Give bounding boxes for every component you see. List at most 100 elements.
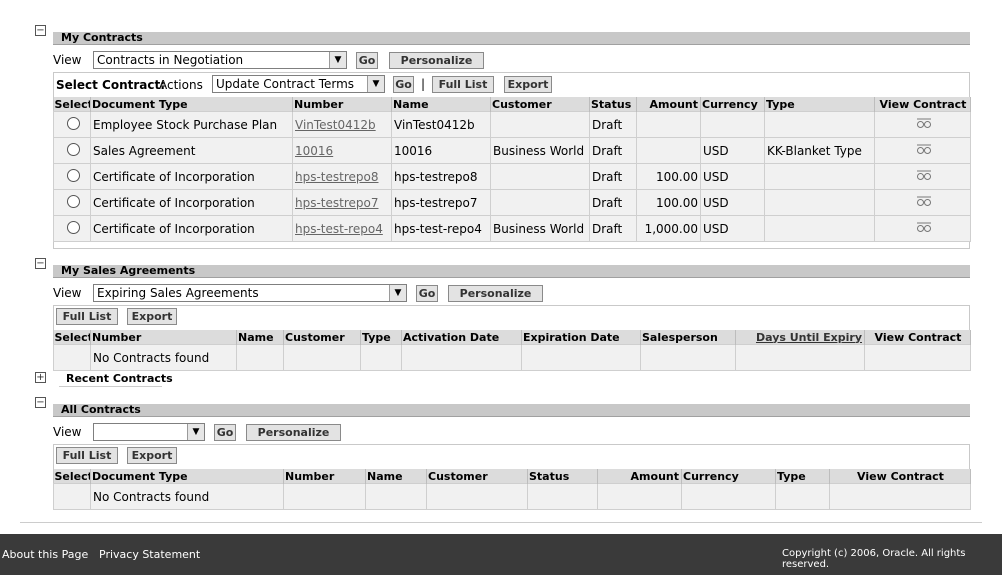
empty-cell (521, 344, 641, 371)
table-row: No Contracts found (53, 344, 971, 371)
select-radio[interactable] (66, 142, 80, 156)
my-contracts-header: My Contracts (53, 32, 970, 45)
currency-cell: USD (700, 215, 765, 242)
contract-number-link[interactable]: VinTest0412b (295, 118, 376, 132)
all-contracts-title: All Contracts (61, 403, 141, 416)
ac-view-select[interactable]: ▼ (93, 423, 205, 441)
col-amount: Amount (597, 469, 682, 484)
status-cell: Draft (589, 163, 637, 190)
amount-cell (636, 137, 701, 164)
currency-cell: USD (700, 189, 765, 216)
table-row: Sales Agreement 10016 10016 Business Wor… (53, 137, 971, 164)
ac-export-button[interactable]: Export (127, 447, 177, 464)
view-select[interactable]: Contracts in Negotiation ▼ (93, 51, 347, 69)
col-number: Number (90, 330, 237, 345)
view-contract-cell (874, 111, 971, 138)
all-contracts-table: Select Document Type Number Name Custome… (53, 469, 971, 510)
currency-cell: USD (700, 163, 765, 190)
row-select-cell (53, 215, 91, 242)
my-contracts-table: Select Document Type Number Name Custome… (53, 97, 971, 242)
go-button[interactable]: Go (356, 52, 378, 69)
col-select: Select (53, 330, 91, 345)
personalize-button[interactable]: Personalize (389, 52, 484, 69)
sa-personalize-button[interactable]: Personalize (448, 285, 543, 302)
col-customer: Customer (283, 330, 361, 345)
col-number: Number (292, 97, 392, 112)
actions-label: Actions (159, 78, 203, 92)
name-cell: hps-testrepo8 (391, 163, 491, 190)
view-contract-cell (874, 163, 971, 190)
select-radio[interactable] (66, 220, 80, 234)
empty-cell (53, 483, 91, 510)
privacy-statement-link[interactable]: Privacy Statement (99, 548, 200, 561)
select-radio[interactable] (66, 194, 80, 208)
col-currency: Currency (700, 97, 765, 112)
collapse-my-contracts-icon[interactable]: − (35, 25, 46, 36)
col-document-type: Document Type (90, 469, 284, 484)
about-this-page-link[interactable]: About this Page (2, 548, 88, 561)
col-select: Select (53, 97, 91, 112)
col-view-contract: View Contract (829, 469, 971, 484)
number-cell: hps-testrepo8 (292, 163, 392, 190)
export-button[interactable]: Export (504, 76, 552, 93)
contract-number-link[interactable]: hps-testrepo7 (295, 196, 379, 210)
sa-go-button[interactable]: Go (416, 285, 438, 302)
empty-cell (236, 344, 284, 371)
col-days-until-expiry[interactable]: Days Until Expiry (735, 330, 865, 345)
sa-export-button[interactable]: Export (127, 308, 177, 325)
sa-full-list-button[interactable]: Full List (56, 308, 118, 325)
collapse-sales-agreements-icon[interactable]: − (35, 258, 46, 269)
col-expiration-date: Expiration Date (521, 330, 641, 345)
col-select: Select (53, 469, 91, 484)
view-contract-cell (874, 189, 971, 216)
col-name: Name (365, 469, 427, 484)
collapse-all-contracts-icon[interactable]: − (35, 397, 46, 408)
name-cell: hps-test-repo4 (391, 215, 491, 242)
empty-cell (864, 344, 971, 371)
empty-message: No Contracts found (90, 483, 284, 510)
number-cell: hps-testrepo7 (292, 189, 392, 216)
glasses-icon[interactable] (916, 143, 932, 158)
contract-number-link[interactable]: hps-testrepo8 (295, 170, 379, 184)
ac-go-button[interactable]: Go (214, 424, 236, 441)
col-name: Name (391, 97, 491, 112)
days-until-expiry-sort-link[interactable]: Days Until Expiry (756, 331, 862, 344)
contract-number-link[interactable]: hps-test-repo4 (295, 222, 383, 236)
status-cell: Draft (589, 189, 637, 216)
status-cell: Draft (589, 215, 637, 242)
full-list-button[interactable]: Full List (432, 76, 494, 93)
contract-number-link[interactable]: 10016 (295, 144, 333, 158)
actions-select-value: Update Contract Terms (216, 77, 355, 91)
type-cell: KK-Blanket Type (764, 137, 875, 164)
col-type: Type (764, 97, 875, 112)
doc-type-cell: Sales Agreement (90, 137, 293, 164)
actions-go-button[interactable]: Go (393, 76, 414, 93)
glasses-icon[interactable] (916, 169, 932, 184)
col-view-contract: View Contract (864, 330, 971, 345)
expand-recent-contracts-icon[interactable]: + (35, 372, 46, 383)
view-label: View (53, 53, 82, 67)
col-status: Status (527, 469, 598, 484)
col-type: Type (775, 469, 830, 484)
glasses-icon[interactable] (916, 117, 932, 132)
actions-select[interactable]: Update Contract Terms ▼ (212, 75, 385, 93)
chevron-down-icon: ▼ (187, 424, 204, 440)
select-radio[interactable] (66, 168, 80, 182)
table-header-row: Select Document Type Number Name Custome… (53, 469, 971, 484)
ac-personalize-button[interactable]: Personalize (246, 424, 341, 441)
empty-cell (527, 483, 598, 510)
select-radio[interactable] (66, 116, 80, 130)
recent-contracts-title[interactable]: Recent Contracts (66, 372, 173, 385)
amount-cell (636, 111, 701, 138)
sales-agreements-header: My Sales Agreements (53, 265, 970, 278)
ac-full-list-button[interactable]: Full List (56, 447, 118, 464)
sa-view-select[interactable]: Expiring Sales Agreements ▼ (93, 284, 407, 302)
empty-cell (365, 483, 427, 510)
glasses-icon[interactable] (916, 221, 932, 236)
number-cell: hps-test-repo4 (292, 215, 392, 242)
glasses-icon[interactable] (916, 195, 932, 210)
status-cell: Draft (589, 137, 637, 164)
empty-cell (283, 483, 366, 510)
page-footer: About this Page Privacy Statement Copyri… (0, 534, 1002, 575)
sales-agreements-title: My Sales Agreements (61, 264, 196, 277)
